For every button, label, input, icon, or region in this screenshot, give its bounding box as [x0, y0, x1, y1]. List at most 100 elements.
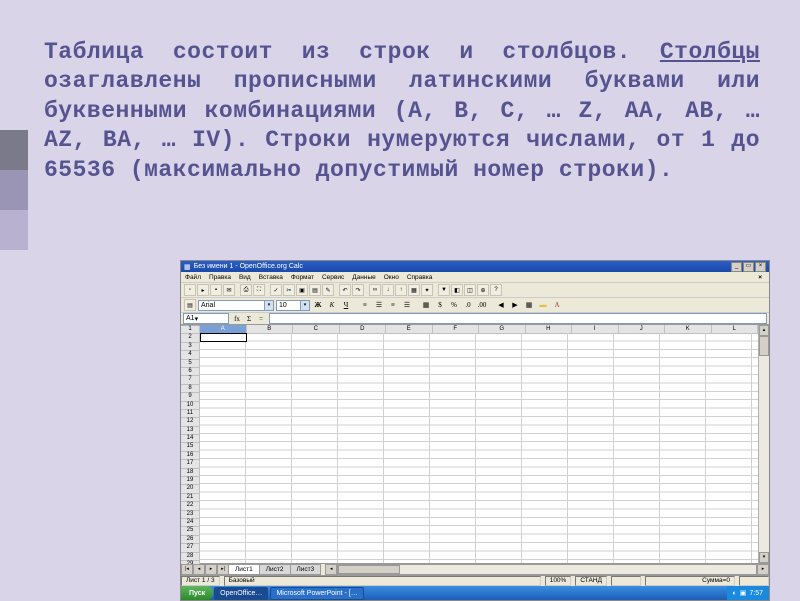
row-header[interactable]: 6: [181, 368, 200, 376]
row-header[interactable]: 11: [181, 410, 200, 418]
sheet-tab-3[interactable]: Лист3: [290, 564, 322, 575]
row-header[interactable]: 7: [181, 376, 200, 384]
font-size-combo[interactable]: 10 ▾: [276, 300, 310, 311]
cells-area[interactable]: [200, 333, 758, 563]
close-button[interactable]: ×: [755, 262, 766, 272]
align-center-icon[interactable]: ☰: [373, 299, 385, 311]
tab-next-icon[interactable]: ▸: [205, 564, 217, 575]
row-header[interactable]: 14: [181, 435, 200, 443]
row-header[interactable]: 4: [181, 351, 200, 359]
menu-window[interactable]: Окно: [384, 274, 399, 281]
scroll-down-icon[interactable]: ▾: [759, 552, 769, 563]
menu-insert[interactable]: Вставка: [259, 274, 283, 281]
horizontal-scrollbar[interactable]: ◂ ▸: [325, 564, 769, 575]
row-header[interactable]: 17: [181, 460, 200, 468]
chart-icon[interactable]: ▦: [408, 284, 420, 296]
row-header[interactable]: 15: [181, 443, 200, 451]
row-header[interactable]: 9: [181, 393, 200, 401]
merge-icon[interactable]: ▦: [420, 299, 432, 311]
hscroll-thumb[interactable]: [338, 565, 400, 574]
copy-icon[interactable]: ▣: [296, 284, 308, 296]
font-name-combo[interactable]: Arial ▾: [198, 300, 274, 311]
system-tray[interactable]: ◐ ▣ 7:57: [727, 586, 769, 600]
scroll-thumb[interactable]: [759, 336, 769, 356]
cut-icon[interactable]: ✂: [283, 284, 295, 296]
brush-icon[interactable]: ✎: [322, 284, 334, 296]
row-header[interactable]: 26: [181, 536, 200, 544]
print-icon[interactable]: ⎙: [240, 284, 252, 296]
link-icon[interactable]: ∞: [369, 284, 381, 296]
dec-dec-icon[interactable]: .00: [476, 299, 488, 311]
start-button[interactable]: Пуск: [181, 586, 213, 600]
indent-dec-icon[interactable]: ◀: [495, 299, 507, 311]
menu-tools[interactable]: Сервис: [322, 274, 344, 281]
row-header[interactable]: 22: [181, 502, 200, 510]
active-cell[interactable]: [200, 333, 247, 342]
row-header[interactable]: 13: [181, 427, 200, 435]
row-header[interactable]: 8: [181, 385, 200, 393]
menu-view[interactable]: Вид: [239, 274, 251, 281]
filter-icon[interactable]: ▼: [438, 284, 450, 296]
sheet-tab-1[interactable]: Лист1: [228, 564, 260, 575]
row-header[interactable]: 21: [181, 494, 200, 502]
row-header[interactable]: 23: [181, 511, 200, 519]
redo-icon[interactable]: ↷: [352, 284, 364, 296]
borders-icon[interactable]: ▦: [523, 299, 535, 311]
row-header[interactable]: 24: [181, 519, 200, 527]
scroll-right-icon[interactable]: ▸: [757, 564, 769, 575]
menu-data[interactable]: Данные: [352, 274, 375, 281]
help-icon[interactable]: ?: [490, 284, 502, 296]
undo-icon[interactable]: ↶: [339, 284, 351, 296]
align-left-icon[interactable]: ≡: [359, 299, 371, 311]
row-header[interactable]: 10: [181, 402, 200, 410]
taskbar-item-powerpoint[interactable]: Microsoft PowerPoint - […: [270, 587, 363, 600]
dec-inc-icon[interactable]: .0: [462, 299, 474, 311]
sort-desc-icon[interactable]: ↑: [395, 284, 407, 296]
menu-format[interactable]: Формат: [291, 274, 314, 281]
tab-prev-icon[interactable]: ◂: [193, 564, 205, 575]
italic-button[interactable]: К: [326, 299, 338, 311]
doc-close-button[interactable]: ×: [755, 274, 765, 281]
row-header[interactable]: 12: [181, 418, 200, 426]
minimize-button[interactable]: _: [731, 262, 742, 272]
menu-help[interactable]: Справка: [407, 274, 433, 281]
vertical-scrollbar[interactable]: ▴ ▾: [758, 325, 769, 563]
mail-icon[interactable]: ✉: [223, 284, 235, 296]
align-justify-icon[interactable]: ☰: [401, 299, 413, 311]
styles-icon[interactable]: ▤: [184, 299, 196, 311]
row-header[interactable]: 20: [181, 485, 200, 493]
indent-inc-icon[interactable]: ▶: [509, 299, 521, 311]
row-header[interactable]: 18: [181, 469, 200, 477]
sum-icon[interactable]: Σ: [243, 313, 255, 325]
preview-icon[interactable]: ⛶: [253, 284, 265, 296]
row-header[interactable]: 28: [181, 553, 200, 561]
row-header[interactable]: 2: [181, 334, 200, 342]
row-header[interactable]: 19: [181, 477, 200, 485]
tab-first-icon[interactable]: |◂: [181, 564, 193, 575]
scroll-left-icon[interactable]: ◂: [325, 564, 337, 575]
zoom-icon[interactable]: ⊕: [477, 284, 489, 296]
bgcolor-icon[interactable]: ▬: [537, 299, 549, 311]
menu-file[interactable]: Файл: [185, 274, 201, 281]
row-header[interactable]: 16: [181, 452, 200, 460]
gallery-icon[interactable]: ◧: [451, 284, 463, 296]
fontcolor-icon[interactable]: A: [551, 299, 563, 311]
row-header[interactable]: 5: [181, 360, 200, 368]
equals-icon[interactable]: =: [255, 313, 267, 325]
align-right-icon[interactable]: ≡: [387, 299, 399, 311]
underline-button[interactable]: Ч: [340, 299, 352, 311]
new-icon[interactable]: ▫: [184, 284, 196, 296]
row-header[interactable]: 25: [181, 527, 200, 535]
row-header[interactable]: 27: [181, 544, 200, 552]
percent-icon[interactable]: %: [448, 299, 460, 311]
spell-icon[interactable]: ✓: [270, 284, 282, 296]
maximize-button[interactable]: ▭: [743, 262, 754, 272]
save-icon[interactable]: ▪: [210, 284, 222, 296]
bold-button[interactable]: Ж: [312, 299, 324, 311]
paste-icon[interactable]: ▤: [309, 284, 321, 296]
taskbar-item-openoffice[interactable]: OpenOffice…: [214, 587, 268, 600]
menu-edit[interactable]: Правка: [209, 274, 231, 281]
scroll-up-icon[interactable]: ▴: [759, 325, 769, 336]
sheet-tab-2[interactable]: Лист2: [259, 564, 291, 575]
currency-icon[interactable]: $: [434, 299, 446, 311]
